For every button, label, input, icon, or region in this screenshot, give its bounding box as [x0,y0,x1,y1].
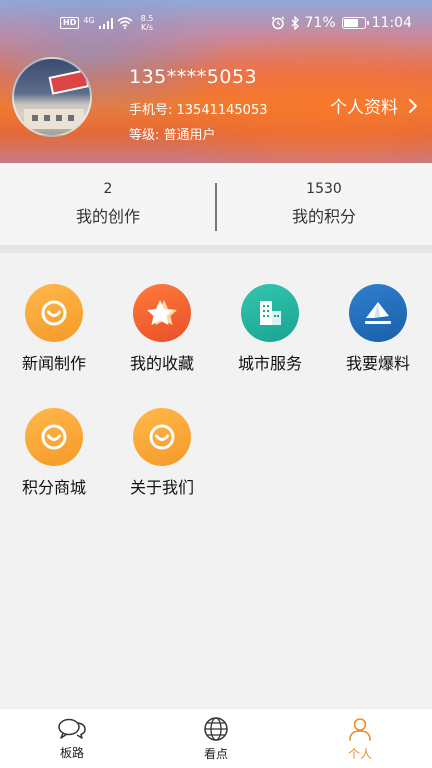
stat-value: 2 [103,181,113,197]
network-speed-value: 8.5 [140,14,154,23]
globe-icon [204,716,228,741]
avatar[interactable] [12,57,92,137]
smile-icon [133,408,191,466]
alarm-icon [271,16,284,30]
user-level: 等级: 普通用户 [129,128,216,143]
network-speed-unit: K/s [140,23,154,32]
avatar-window [32,115,38,121]
bottom-tab-bar: 板路 看点 个人 [0,708,432,768]
feature-label: 积分商城 [21,478,86,497]
stat-label: 我的创作 [75,207,140,226]
chevron-right-icon [409,98,417,113]
username: 135****5053 [129,66,258,88]
tab-personal[interactable]: 个人 [288,709,432,768]
stat-my-creations[interactable]: 2 我的创作 [0,163,216,245]
network-type: 4G [83,15,95,25]
person-icon [349,717,371,741]
avatar-window [56,115,62,121]
stats-bar: 2 我的创作 1530 我的积分 [0,163,432,245]
feature-label: 我的收藏 [129,354,194,373]
phone-number: 手机号: 13541145053 [129,103,268,118]
stat-divider [215,183,217,231]
status-bar: HD 4G 8.5 K/s 71% 11:04 [0,0,432,44]
status-right: 71% 11:04 [271,14,412,32]
section-separator [0,245,432,253]
feature-label: 关于我们 [129,478,194,497]
profile-link-label: 个人资料 [330,98,398,118]
feature-label: 城市服务 [237,354,302,373]
feature-label: 我要爆料 [345,354,410,373]
battery-icon [341,17,369,29]
tab-label: 个人 [347,746,372,761]
bluetooth-icon [291,16,299,30]
feature-about-us[interactable]: 关于我们 [112,408,212,498]
battery-percent: 71% [304,15,336,31]
hd-badge: HD [60,17,80,29]
feature-points-mall[interactable]: 积分商城 [4,408,104,498]
paper-plane-icon [349,284,407,342]
tab-label: 看点 [203,746,228,761]
profile-header: HD 4G 8.5 K/s 71% 11:04 135****5053 手机号:… [0,0,432,163]
feature-city-services[interactable]: 城市服务 [220,284,320,374]
network-speed: 8.5 K/s [141,14,154,32]
smile-icon [25,408,83,466]
stat-my-points[interactable]: 1530 我的积分 [216,163,432,245]
feature-news-production[interactable]: 新闻制作 [4,284,104,374]
avatar-window [44,115,50,121]
building-icon [241,284,299,342]
star-icon [133,284,191,342]
tab-label: 板路 [59,745,84,760]
signal-icon [98,17,113,29]
smile-icon [25,284,83,342]
feature-report-tip[interactable]: 我要爆料 [328,284,428,374]
tab-banlu[interactable]: 板路 [0,709,144,768]
chat-bubbles-icon [58,718,86,739]
avatar-window [68,115,74,121]
stat-label: 我的积分 [291,207,356,226]
feature-grid: 新闻制作 我的收藏 城市服务 我要爆料 积分商城 关于我们 [0,253,432,708]
stat-value: 1530 [306,181,342,197]
profile-link[interactable]: 个人资料 [330,93,418,118]
feature-my-favorites[interactable]: 我的收藏 [112,284,212,374]
avatar-sign [48,69,90,95]
feature-label: 新闻制作 [21,354,86,373]
tab-kandian[interactable]: 看点 [144,709,288,768]
status-left: HD 4G 8.5 K/s [60,14,153,32]
clock: 11:04 [371,15,412,31]
wifi-icon [117,17,133,29]
